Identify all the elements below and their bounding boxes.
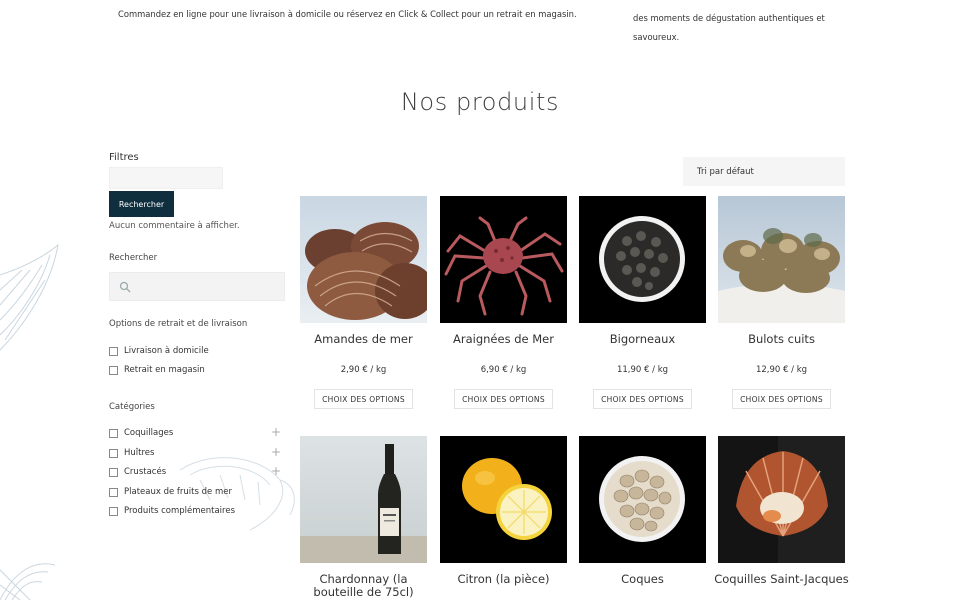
product-name[interactable]: Coques xyxy=(573,573,712,586)
product-image[interactable] xyxy=(579,436,706,563)
intro-text-left: Commandez en ligne pour une livraison à … xyxy=(118,9,577,19)
categories-heading: Catégories xyxy=(109,402,155,412)
category-label: Coquillages xyxy=(124,428,174,438)
category-huitres[interactable]: Huîtres + xyxy=(109,445,285,460)
product-price: 11,90 € / kg xyxy=(616,365,669,375)
search-icon xyxy=(119,281,131,293)
checkbox[interactable] xyxy=(109,487,118,497)
product-image[interactable] xyxy=(718,196,845,323)
checkbox[interactable] xyxy=(109,365,118,375)
product-name[interactable]: Chardonnay (la bouteille de 75cl) xyxy=(294,573,433,599)
product-name[interactable]: Amandes de mer xyxy=(294,333,433,346)
product-image[interactable] xyxy=(579,196,706,323)
product-image[interactable] xyxy=(440,436,567,563)
sort-select-value: Tri par défaut xyxy=(697,166,754,177)
product-name[interactable]: Araignées de Mer xyxy=(434,333,573,346)
product-image[interactable] xyxy=(300,436,427,563)
category-label: Produits complémentaires xyxy=(124,506,235,516)
product-name[interactable]: Citron (la pièce) xyxy=(434,573,573,586)
product-image[interactable] xyxy=(300,196,427,323)
search-heading: Rechercher xyxy=(109,253,158,263)
category-label: Plateaux de fruits de mer xyxy=(124,487,232,497)
checkbox[interactable] xyxy=(109,506,118,516)
checkbox[interactable] xyxy=(109,428,118,438)
product-image[interactable] xyxy=(440,196,567,323)
product-name[interactable]: Coquilles Saint-Jacques xyxy=(712,573,851,586)
lemon-illustration xyxy=(0,243,59,351)
product-price: 2,90 € / kg xyxy=(340,365,387,375)
sort-select[interactable]: Tri par défaut xyxy=(683,157,845,186)
delivery-option-label: Livraison à domicile xyxy=(124,346,209,356)
category-label: Huîtres xyxy=(124,448,155,458)
choose-options-button[interactable]: CHOIX DES OPTIONS xyxy=(454,389,553,409)
delivery-option-store[interactable]: Retrait en magasin xyxy=(109,363,285,377)
product-name[interactable]: Bulots cuits xyxy=(712,333,851,346)
category-coquillages[interactable]: Coquillages + xyxy=(109,425,285,440)
choose-options-button[interactable]: CHOIX DES OPTIONS xyxy=(314,389,413,409)
product-price: 12,90 € / kg xyxy=(755,365,808,375)
checkbox[interactable] xyxy=(109,467,118,477)
filter-input[interactable] xyxy=(109,167,223,189)
section-title: Nos produits xyxy=(400,88,560,116)
checkbox[interactable] xyxy=(109,448,118,458)
product-image[interactable] xyxy=(718,436,845,563)
intro-cut-line: ────────────────────────────────────────… xyxy=(118,0,578,1)
choose-options-button[interactable]: CHOIX DES OPTIONS xyxy=(732,389,831,409)
product-price: 6,90 € / kg xyxy=(480,365,527,375)
no-comment-text: Aucun commentaire à afficher. xyxy=(109,221,240,231)
expand-plus-icon[interactable]: + xyxy=(271,425,281,439)
checkbox[interactable] xyxy=(109,346,118,356)
search-button[interactable]: Rechercher xyxy=(109,191,174,217)
delivery-heading: Options de retrait et de livraison xyxy=(109,319,248,329)
expand-plus-icon[interactable]: + xyxy=(271,464,281,478)
expand-plus-icon[interactable]: + xyxy=(271,445,281,459)
intro-cut-line-right: ────────────────── xyxy=(633,0,833,1)
category-produits-complementaires[interactable]: Produits complémentaires xyxy=(109,504,285,518)
category-crustaces[interactable]: Crustacés + xyxy=(109,464,285,479)
category-label: Crustacés xyxy=(124,467,167,477)
filters-title: Filtres xyxy=(109,152,139,163)
choose-options-button[interactable]: CHOIX DES OPTIONS xyxy=(593,389,692,409)
product-name[interactable]: Bigorneaux xyxy=(573,333,712,346)
delivery-option-home[interactable]: Livraison à domicile xyxy=(109,344,285,358)
category-plateaux[interactable]: Plateaux de fruits de mer xyxy=(109,485,285,499)
delivery-option-label: Retrait en magasin xyxy=(124,365,205,375)
intro-text-right: des moments de dégustation authentiques … xyxy=(633,13,825,42)
shell-illustration xyxy=(0,563,56,600)
search-input[interactable] xyxy=(109,272,285,301)
